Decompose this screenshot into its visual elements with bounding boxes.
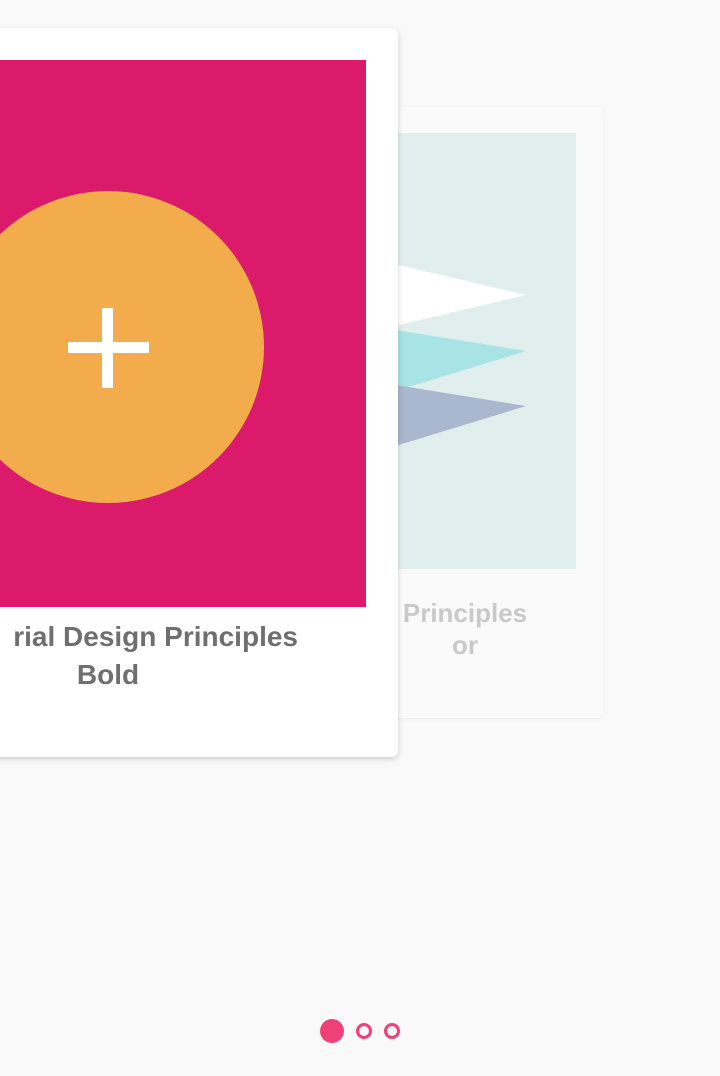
card-title-line-2: Bold bbox=[76, 659, 140, 690]
card-title: rial Design Principles Bold bbox=[0, 618, 298, 694]
page-indicator-3[interactable] bbox=[384, 1023, 400, 1039]
orange-circle-art bbox=[0, 191, 264, 503]
page-indicator-2[interactable] bbox=[356, 1023, 372, 1039]
page-indicators bbox=[0, 1019, 720, 1043]
page-indicator-1[interactable] bbox=[320, 1019, 344, 1043]
card-art-bold bbox=[0, 60, 366, 607]
card-current[interactable]: rial Design Principles Bold bbox=[0, 28, 398, 757]
card-pager[interactable]: Principles or rial Design Principles Bol… bbox=[0, 0, 720, 1076]
card-title-line-1: rial Design Principles bbox=[13, 621, 298, 652]
